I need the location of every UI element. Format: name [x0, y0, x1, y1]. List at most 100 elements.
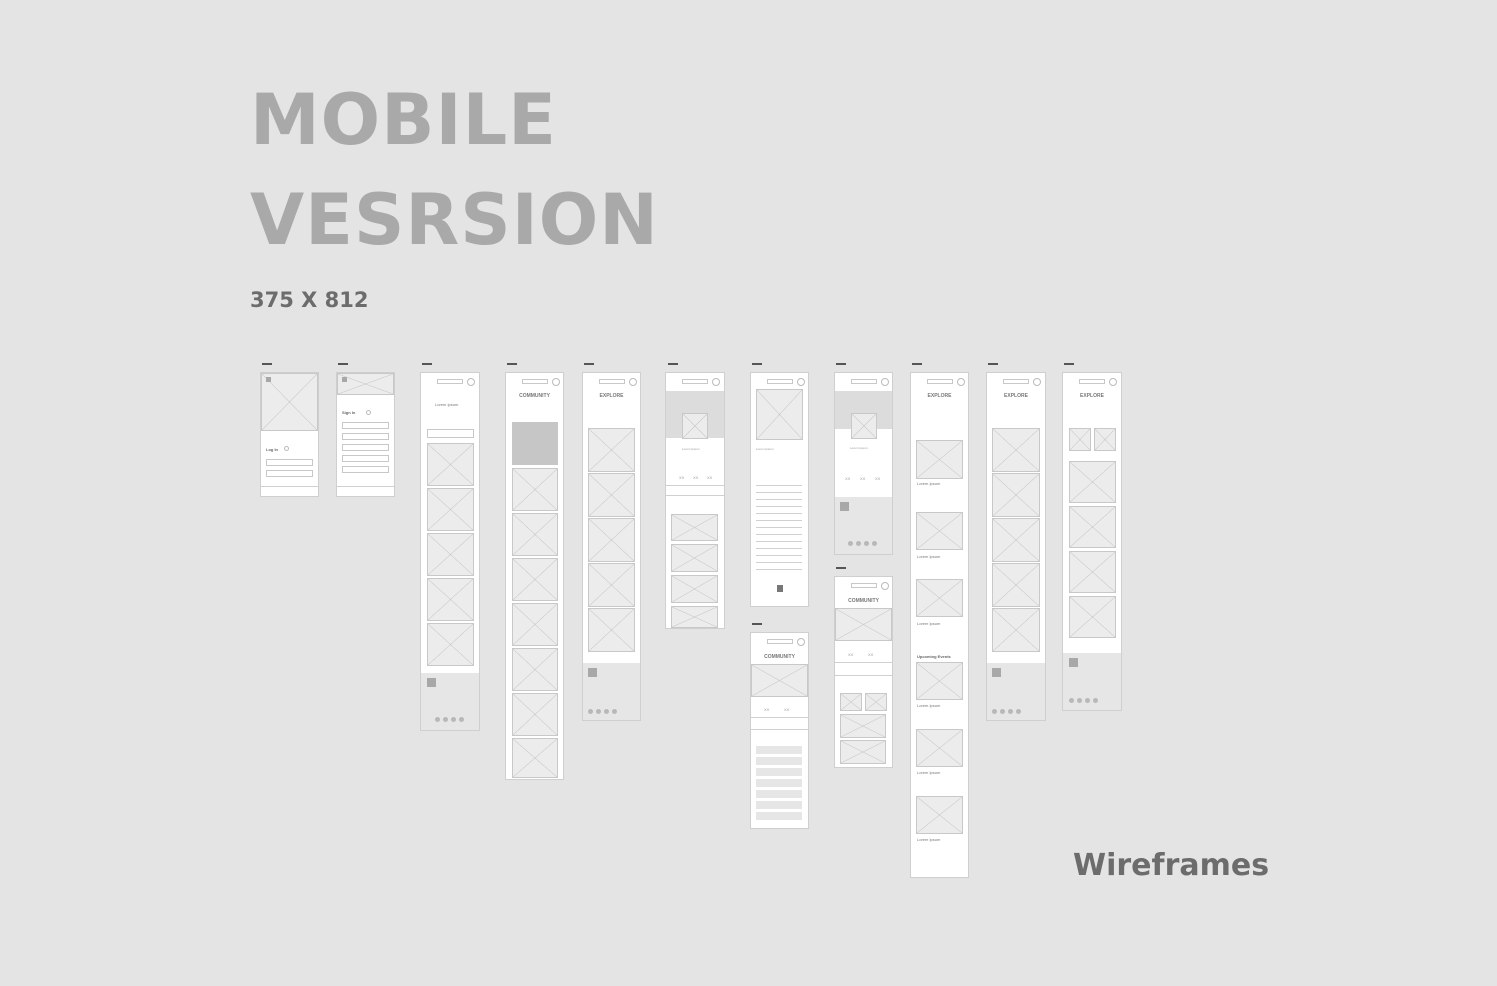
text-line: [756, 485, 802, 486]
input-field: [342, 444, 389, 451]
social-dot: [848, 541, 853, 546]
social-dot: [588, 709, 593, 714]
image-placeholder: [427, 623, 474, 666]
divider: [337, 486, 394, 487]
wireframe-community-detail: COMMUNITY XX XX: [750, 632, 809, 829]
frame-label: [668, 362, 678, 365]
stat-value: XX: [860, 476, 866, 481]
image-placeholder: [512, 558, 558, 601]
frame-label: [752, 622, 762, 625]
image-placeholder: [992, 428, 1040, 472]
image-placeholder: [588, 428, 635, 472]
image-placeholder: [865, 693, 887, 711]
input-field: [266, 470, 313, 477]
social-dot: [459, 717, 464, 722]
list-row: [756, 757, 802, 765]
frame-label: [836, 362, 846, 365]
profile-icon: [1109, 378, 1117, 386]
image-placeholder: [992, 518, 1040, 562]
explore-heading: EXPLORE: [1080, 393, 1104, 399]
social-dot: [1016, 709, 1021, 714]
social-dot: [856, 541, 861, 546]
search-bar: [767, 379, 793, 384]
wireframe-explore-events: EXPLORE Lorem Ipsum Lorem Ipsum Lorem Ip…: [910, 372, 969, 878]
profile-icon: [881, 582, 889, 590]
list-row: [756, 768, 802, 776]
button: [427, 429, 474, 438]
signup-heading: Sign In: [342, 410, 356, 415]
divider: [751, 729, 808, 730]
stat-value: XX: [845, 476, 851, 481]
card-title: Lorem Ipsum: [917, 770, 941, 775]
search-bar: [522, 379, 548, 384]
search-bar: [682, 379, 708, 384]
wireframe-profile: Lorem Ipsum: [420, 372, 480, 731]
image-placeholder: [671, 575, 718, 603]
frame-label: [912, 362, 922, 365]
image-placeholder: [512, 738, 558, 778]
image-placeholder: [427, 533, 474, 576]
divider: [666, 495, 724, 496]
stat-value: XX: [868, 652, 874, 657]
list-row: [756, 801, 802, 809]
stat-value: XX: [693, 475, 699, 480]
explore-heading: EXPLORE: [599, 393, 624, 399]
frame-label: [507, 362, 517, 365]
image-placeholder: [512, 603, 558, 646]
social-dot: [443, 717, 448, 722]
image-placeholder: [840, 740, 886, 764]
image-placeholder: [512, 513, 558, 556]
wireframe-community-grid: COMMUNITY XX XX: [834, 576, 893, 768]
frame-label: [422, 362, 432, 365]
page-indicator: [777, 585, 783, 592]
search-bar: [927, 379, 953, 384]
wireframe-article: Lorem Ipsum: [750, 372, 809, 607]
image-placeholder: [840, 714, 886, 738]
wireframe-login: Log In: [260, 372, 319, 497]
social-dot: [872, 541, 877, 546]
image-placeholder: [992, 563, 1040, 607]
logo-mark: [266, 377, 271, 382]
list-row: [756, 812, 802, 820]
avatar-placeholder: [851, 413, 877, 439]
search-bar: [1079, 379, 1105, 384]
stat-value: XX: [679, 475, 685, 480]
card-title: Lorem Ipsum: [917, 621, 941, 626]
frame-label: [584, 362, 594, 365]
card-title: Lorem Ipsum: [917, 481, 941, 486]
image-placeholder: [992, 473, 1040, 517]
wireframe-community-list: COMMUNITY: [505, 372, 564, 780]
frame-label: [1064, 362, 1074, 365]
image-placeholder: [588, 518, 635, 562]
text-line: [756, 520, 802, 521]
image-placeholder: [1069, 461, 1116, 503]
image-placeholder: [588, 473, 635, 517]
image-placeholder: [916, 440, 963, 479]
divider: [835, 675, 892, 676]
text-line: [756, 513, 802, 514]
social-dot: [612, 709, 617, 714]
image-placeholder: [916, 512, 963, 550]
wireframes-label: Wireframes: [1073, 848, 1270, 883]
text-line: [756, 541, 802, 542]
text-line: [756, 499, 802, 500]
text-line: [756, 492, 802, 493]
image-placeholder: [427, 578, 474, 621]
text-line: [756, 562, 802, 563]
image-placeholder: [671, 514, 718, 541]
wireframe-explore-list: EXPLORE: [582, 372, 641, 721]
image-placeholder: [512, 648, 558, 691]
explore-heading: EXPLORE: [927, 393, 952, 399]
footer-logo: [588, 668, 597, 677]
input-field: [266, 459, 313, 466]
profile-icon: [467, 378, 475, 386]
divider: [666, 485, 724, 486]
text-line: [756, 534, 802, 535]
image-placeholder: [1069, 596, 1116, 638]
card-title: Lorem Ipsum: [917, 554, 941, 559]
stat-value: XX: [784, 707, 790, 712]
profile-icon: [797, 638, 805, 646]
social-dot: [1008, 709, 1013, 714]
image-placeholder: [916, 796, 963, 834]
stat-value: XX: [875, 476, 881, 481]
